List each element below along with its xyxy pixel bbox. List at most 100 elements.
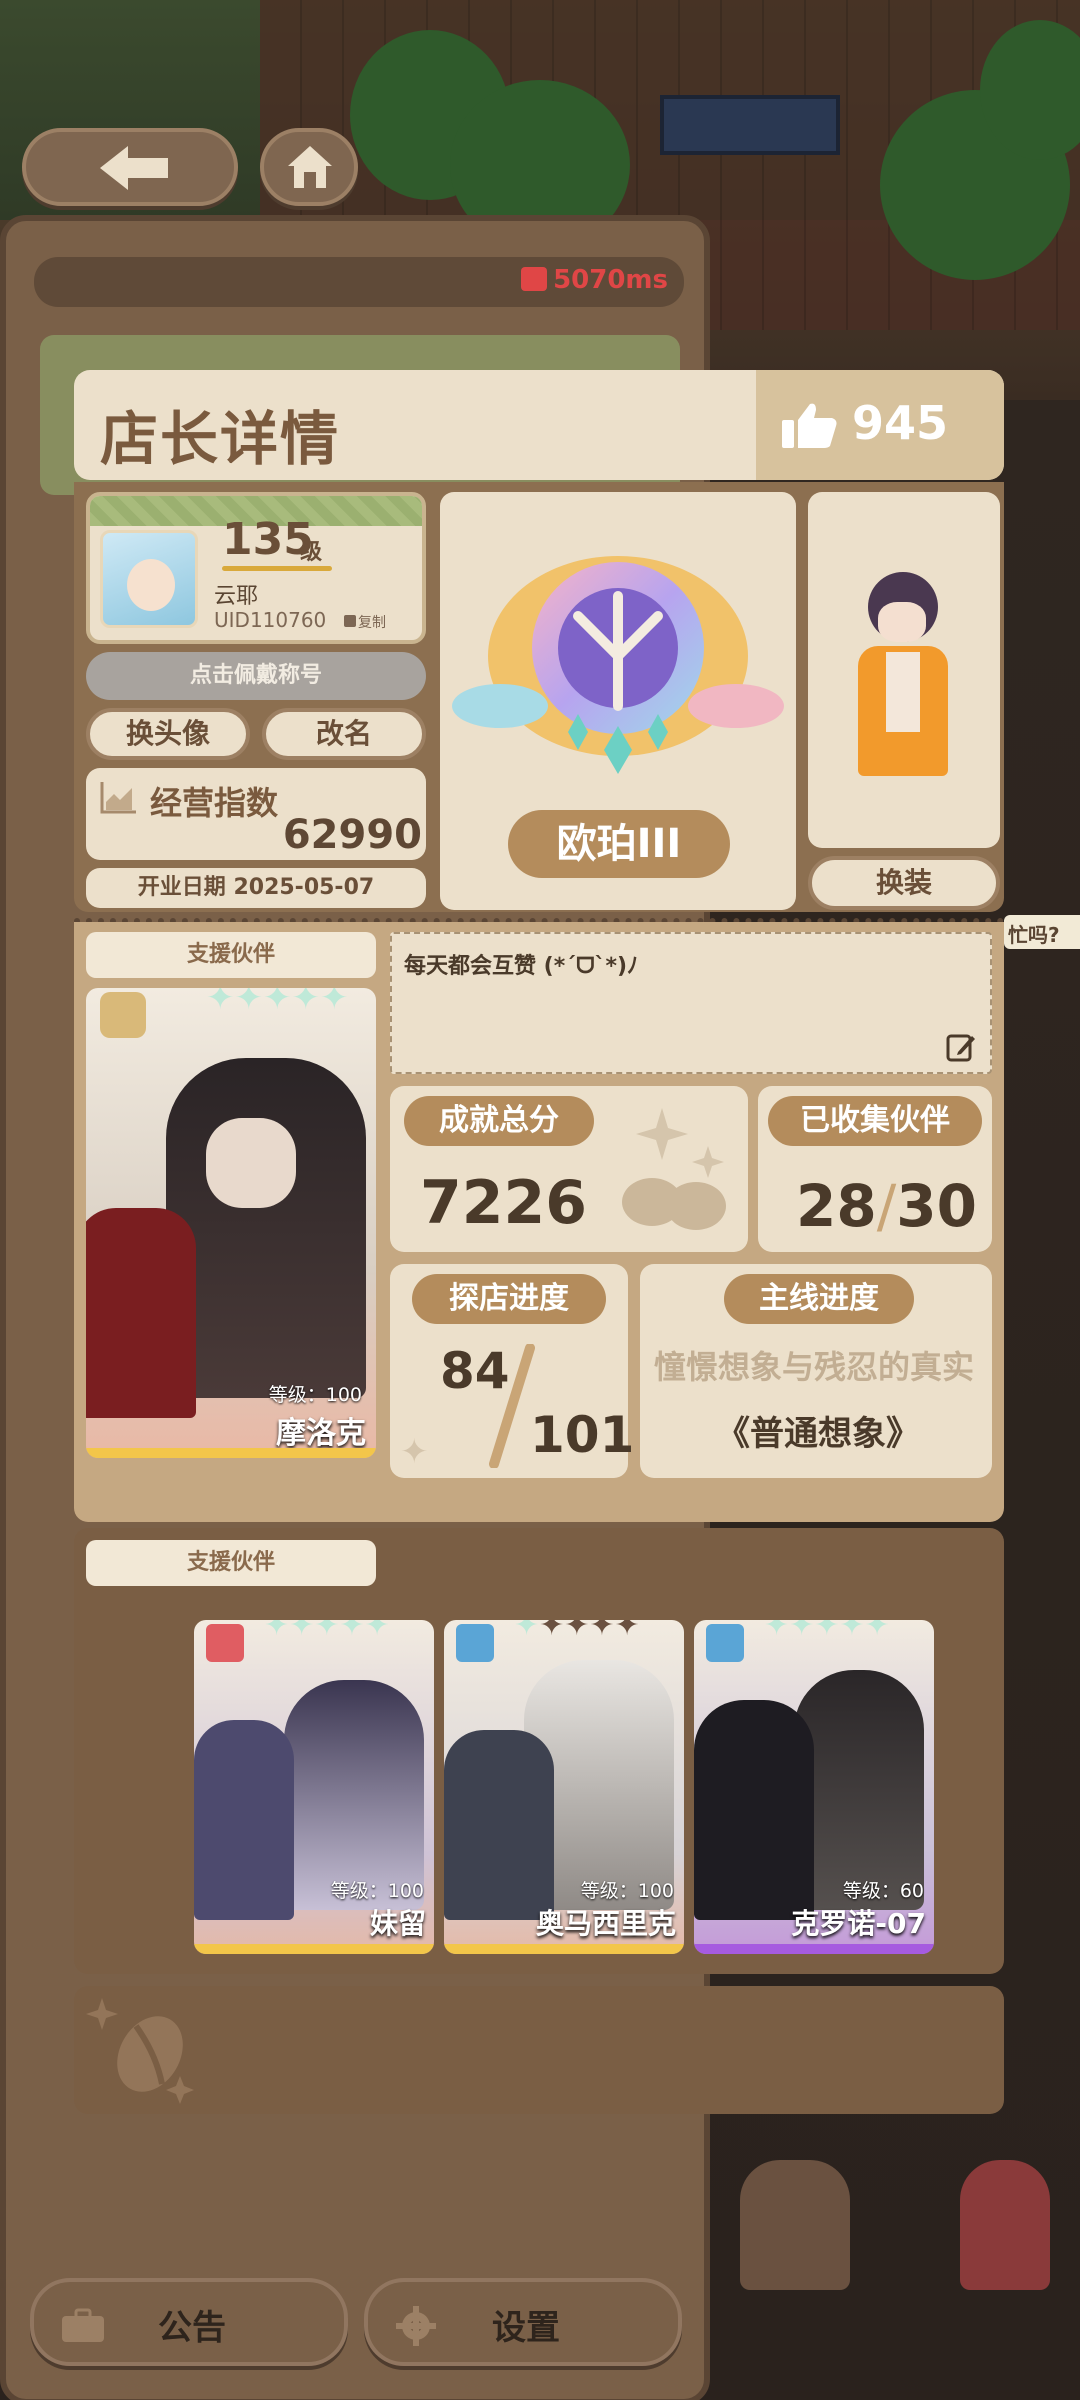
- main-partner-card[interactable]: ✦✦✦✦✦ 等级：100 摩洛克: [86, 988, 376, 1458]
- mainline-chapter: 憧憬想象与残忍的真实: [654, 1348, 975, 1386]
- star-icon: ✦: [320, 988, 349, 1018]
- change-outfit-button[interactable]: 换装: [808, 856, 1000, 910]
- separator: /: [876, 1172, 897, 1240]
- support-partners-label: 支援伙伴: [86, 1540, 376, 1586]
- partner-name: 克罗诺-07: [791, 1907, 926, 1940]
- collected-value: 28/30: [796, 1172, 977, 1240]
- collected-card: 已收集伙伴 28/30: [758, 1086, 992, 1252]
- like-count: 945: [852, 396, 949, 450]
- back-button[interactable]: [22, 128, 238, 206]
- stats-section: 支援伙伴 ✦✦✦✦✦ 等级：100 摩洛克 每天都会互赞 (*ˊᗜˋ*)ﾉ 成就…: [74, 922, 1004, 1522]
- modal-header: 店长详情 945: [74, 370, 1004, 480]
- profile-section: 135 级 云耶 UID110760 复制 点击佩戴称号 换头像 改名 经营指数…: [74, 482, 1004, 912]
- partner-name: 妹留: [369, 1907, 426, 1940]
- rank-name: 欧珀III: [508, 810, 730, 878]
- achievement-value: 7226: [420, 1168, 587, 1238]
- support-partner-label: 支援伙伴: [86, 932, 376, 978]
- motto-text: 每天都会互赞 (*ˊᗜˋ*)ﾉ: [404, 954, 639, 979]
- collected-total: 30: [896, 1172, 977, 1240]
- copy-label: 复制: [358, 615, 386, 631]
- business-index-label: 经营指数: [150, 784, 279, 822]
- collected-current: 28: [796, 1172, 877, 1240]
- partner-sprite: [694, 1700, 814, 1920]
- rarity-bar: [194, 1944, 434, 1954]
- star-icon: ✦: [206, 988, 235, 1018]
- npc-character: [960, 2160, 1050, 2290]
- change-avatar-button[interactable]: 换头像: [86, 708, 250, 760]
- notice-label: 公告: [158, 2308, 226, 2348]
- like-button[interactable]: 945: [756, 370, 1004, 480]
- copy-icon: [344, 615, 356, 627]
- explore-label: 探店进度: [412, 1274, 606, 1324]
- partner-card[interactable]: ✦✦✦✦✦ 等级：60 克罗诺-07: [694, 1620, 934, 1954]
- badge-section: [74, 1986, 1004, 2114]
- thumbs-up-icon: [782, 403, 837, 448]
- wear-title-button[interactable]: 点击佩戴称号: [86, 652, 426, 700]
- copy-uid-button[interactable]: 复制: [344, 612, 386, 632]
- partner-card[interactable]: ✦✦✦✦✦ 等级：100 妹留: [194, 1620, 434, 1954]
- bow-icon: [706, 1624, 744, 1662]
- latency-text: 5070ms: [553, 265, 668, 295]
- partner-class-icon: [100, 992, 146, 1038]
- mainline-label: 主线进度: [724, 1274, 914, 1324]
- player-name: 云耶: [214, 584, 259, 609]
- business-index-card: 经营指数 62990: [86, 768, 426, 860]
- partner-sprite: [444, 1730, 554, 1920]
- partner-sprite: [194, 1720, 294, 1920]
- rarity-bar: [694, 1944, 934, 1954]
- partner-name: 摩洛克: [276, 1416, 366, 1451]
- page-title: 店长详情: [100, 405, 341, 473]
- partner-level: 等级：60: [842, 1880, 924, 1902]
- home-button[interactable]: [260, 128, 358, 206]
- partner-portrait: [166, 1058, 366, 1398]
- chef-hat-icon: [206, 1624, 244, 1662]
- chart-icon: [100, 782, 136, 814]
- npc-character: [740, 2160, 850, 2290]
- rank-emblem-icon: [452, 556, 784, 774]
- back-arrow-icon: [100, 146, 168, 190]
- achievement-label: 成就总分: [404, 1096, 594, 1146]
- settings-label: 设置: [492, 2308, 560, 2348]
- mainline-title: 《普通想象》: [716, 1414, 920, 1454]
- rank-card: 欧珀III: [440, 492, 796, 910]
- shop-sign: [660, 95, 840, 155]
- shopkeeper-detail-modal: 店长详情 945 135 级 云耶 UID110760 复制 点击佩戴称号 换头…: [74, 370, 1004, 2115]
- partner-sprite: [86, 1208, 196, 1418]
- signal-icon: [521, 267, 548, 291]
- player-uid: UID110760: [214, 608, 327, 632]
- collected-label: 已收集伙伴: [768, 1096, 982, 1146]
- bow-icon: [456, 1624, 494, 1662]
- achievement-card: 成就总分 7226: [390, 1086, 748, 1252]
- character-sprite: [848, 572, 958, 792]
- rarity-bar: [86, 1448, 376, 1458]
- partner-card[interactable]: ✦✦✦✦✦ 等级：100 奥马西里克: [444, 1620, 684, 1954]
- partner-stars: ✦✦✦✦✦: [264, 1620, 390, 1643]
- partner-face: [206, 1118, 296, 1208]
- partner-level: 等级：100: [330, 1880, 424, 1902]
- partner-stars: ✦✦✦✦✦: [764, 1620, 890, 1643]
- level-underline: [222, 566, 332, 571]
- edit-icon[interactable]: [946, 1032, 976, 1062]
- motto-box[interactable]: 每天都会互赞 (*ˊᗜˋ*)ﾉ: [390, 932, 992, 1074]
- partner-level: 等级：100: [268, 1384, 362, 1406]
- star-icon: ✦: [263, 988, 292, 1018]
- partner-name: 奥马西里克: [535, 1907, 676, 1940]
- home-icon: [288, 146, 332, 188]
- fraction-slash: [489, 1344, 535, 1468]
- partner-stars: ✦✦✦✦✦: [206, 988, 349, 1018]
- explore-total: 101: [530, 1406, 635, 1464]
- settings-button[interactable]: 设置: [364, 2278, 682, 2366]
- rarity-bar: [444, 1944, 684, 1954]
- speech-bubble: 忙吗?: [1004, 915, 1080, 949]
- support-partners-section: 支援伙伴 ✦✦✦✦✦ 等级：100 妹留 ✦✦✦✦✦ 等级：100 奥马西里克 …: [74, 1528, 1004, 1974]
- avatar[interactable]: [100, 530, 198, 628]
- mainline-card: 主线进度 憧憬想象与残忍的真实 《普通想象》: [640, 1264, 992, 1478]
- gear-icon: [396, 2306, 436, 2346]
- partner-level: 等级：100: [580, 1880, 674, 1902]
- briefcase-icon: [62, 2308, 104, 2342]
- star-icon: ✦: [234, 988, 264, 1018]
- explore-card: 探店进度 84 101 ✦: [390, 1264, 634, 1478]
- avatar-face: [127, 559, 175, 611]
- rename-button[interactable]: 改名: [262, 708, 426, 760]
- notice-button[interactable]: 公告: [30, 2278, 348, 2366]
